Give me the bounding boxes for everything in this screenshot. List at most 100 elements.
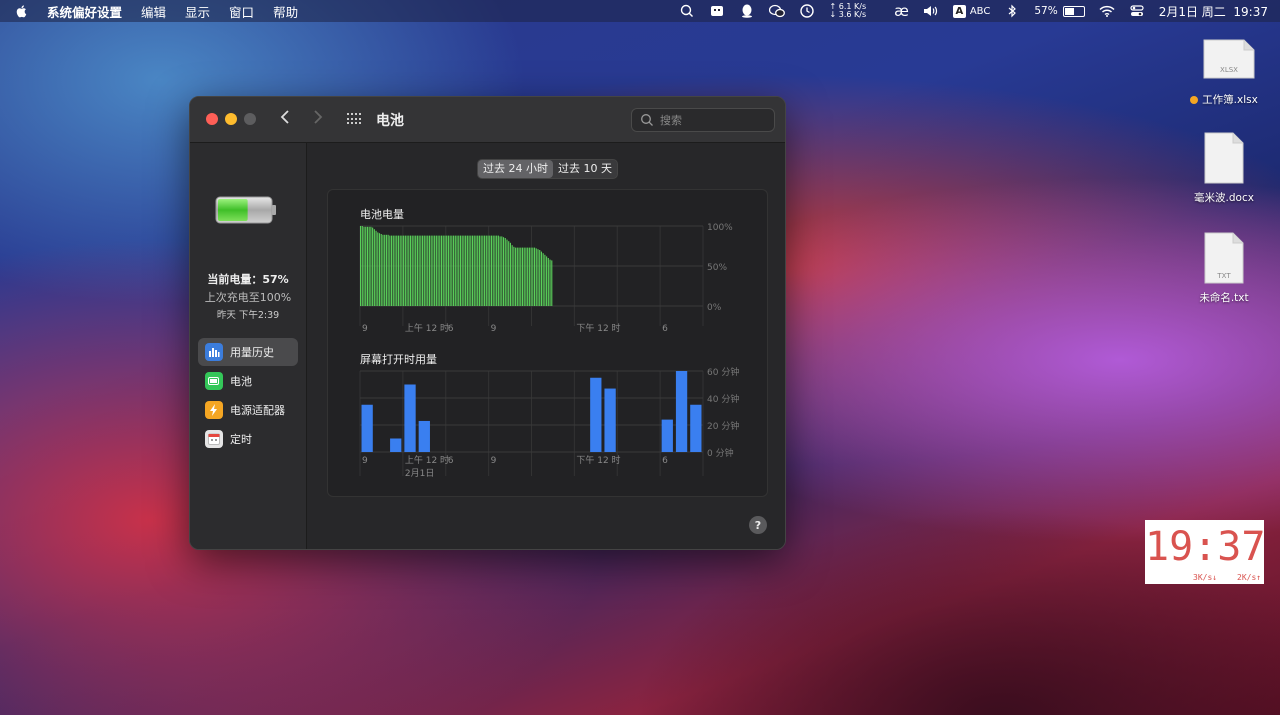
battery-level-bar — [377, 232, 379, 306]
battery-level-bar — [530, 247, 532, 306]
battery-level-bar — [489, 235, 491, 306]
battery-level-bar — [451, 235, 453, 306]
sidebar-item-battery[interactable]: 电池 — [198, 367, 298, 395]
battery-level-bar — [442, 235, 444, 306]
control-center-icon[interactable] — [1129, 4, 1145, 18]
battery-level-bar — [416, 235, 418, 306]
battery-level-bar — [428, 235, 431, 306]
battery-level-bar — [391, 235, 393, 306]
search-input[interactable] — [658, 112, 762, 128]
show-all-grid-icon[interactable] — [347, 113, 363, 125]
battery-level-bar — [546, 256, 548, 306]
menu-clock[interactable]: 2月1日 周二 19:37 — [1159, 3, 1268, 20]
battery-level-bar — [365, 226, 367, 306]
battery-level-bar — [430, 235, 432, 306]
battery-level-bar — [397, 235, 400, 306]
battery-status[interactable]: 57% — [1034, 5, 1085, 17]
window-title: 电池 — [376, 113, 404, 129]
battery-level-bar — [528, 247, 530, 306]
search-field[interactable] — [631, 108, 775, 132]
battery-level-bar — [473, 235, 475, 306]
battery-level-bar — [458, 235, 460, 306]
volume-icon[interactable] — [923, 4, 939, 18]
clock-widget[interactable]: 19:37 3K/s↓ 2K/s↑ — [1145, 520, 1265, 584]
sidebar-item-label: 定时 — [230, 433, 252, 446]
desktop-file-name: 毫米波.docx — [1194, 192, 1254, 204]
battery-percent: 57% — [1034, 5, 1058, 17]
translate-icon[interactable] — [679, 4, 695, 18]
battery-level-bar — [399, 235, 401, 306]
back-button[interactable] — [280, 109, 290, 130]
menu-window[interactable]: 窗口 — [229, 2, 254, 21]
menu-help[interactable]: 帮助 — [273, 2, 298, 21]
menu-app-name[interactable]: 系统偏好设置 — [47, 2, 122, 21]
screen-y-tick-label: 40 分钟 — [707, 393, 739, 405]
screen-usage-bar — [390, 438, 402, 452]
desktop-file-txt[interactable]: TXT 未命名.txt — [1174, 232, 1274, 305]
desktop-file-docx[interactable]: 毫米波.docx — [1174, 132, 1274, 205]
bluetooth-icon[interactable] — [1004, 4, 1020, 18]
battery-level-bar — [406, 235, 408, 306]
screen-usage-bar — [404, 384, 416, 452]
input-source-label: ABC — [969, 5, 991, 17]
battery-level-bar — [453, 235, 455, 306]
battery-x-tick-label: 6 — [662, 324, 668, 334]
forward-button[interactable] — [313, 109, 323, 130]
battery-level-bar — [463, 235, 465, 306]
clock-upload-speed: 2K/s↑ — [1237, 573, 1262, 582]
battery-level-bar — [487, 235, 489, 306]
battery-level-bar — [547, 258, 549, 306]
battery-level-bar — [542, 253, 544, 306]
menu-view[interactable]: 显示 — [185, 2, 210, 21]
battery-level-bar — [466, 235, 468, 306]
qq-icon[interactable] — [739, 4, 755, 18]
battery-level-bar — [537, 249, 539, 306]
sidebar-item-power-adapter[interactable]: 电源适配器 — [198, 396, 298, 424]
battery-level-bar — [506, 239, 508, 306]
sidebar-item-usage-history[interactable]: 用量历史 — [198, 338, 298, 366]
battery-level-bar — [532, 247, 534, 306]
wifi-icon[interactable] — [1099, 4, 1115, 18]
battery-level-bar — [403, 235, 405, 306]
battery-level-bar — [368, 226, 370, 306]
battery-x-tick-label: 9 — [362, 324, 368, 334]
screen-x-tick-label: 9 — [362, 456, 368, 466]
input-source[interactable]: A ABC — [952, 4, 991, 18]
battery-level-bar — [482, 235, 484, 306]
battery-y-tick-label: 100% — [707, 223, 733, 233]
screen-usage-bar — [675, 371, 688, 452]
desktop-file-xlsx[interactable]: XLSX 工作簿.xlsx — [1174, 38, 1274, 107]
battery-level-bar — [480, 235, 482, 306]
battery-level-bar — [389, 235, 391, 306]
minimize-button[interactable] — [225, 113, 237, 125]
wechat-icon[interactable] — [769, 4, 786, 18]
screen-usage-bar — [418, 420, 430, 452]
battery-icon — [1062, 5, 1085, 17]
screen-usage-bar — [690, 404, 702, 452]
close-button[interactable] — [206, 113, 218, 125]
tab-last-24-hours[interactable]: 过去 24 小时 — [478, 160, 553, 178]
battery-level-bar — [459, 235, 462, 306]
bear-app-icon[interactable] — [709, 4, 725, 18]
tab-last-10-days[interactable]: 过去 10 天 — [553, 160, 617, 178]
apple-menu-icon[interactable] — [14, 4, 28, 18]
network-speed[interactable]: ↑ 6.1 K/s ↓ 3.6 K/s — [829, 3, 866, 19]
battery-level-bar — [409, 235, 412, 306]
battery-level-bar — [387, 234, 389, 306]
battery-level-bar — [492, 235, 494, 306]
battery-level-bar — [518, 247, 520, 306]
clock-app-icon[interactable] — [799, 4, 815, 18]
txt-file-icon: TXT — [1202, 232, 1246, 284]
help-button[interactable]: ? — [749, 516, 767, 534]
sidebar-item-schedule[interactable]: 定时 — [198, 425, 298, 453]
battery-x-tick-label: 9 — [491, 324, 497, 334]
ae-icon[interactable]: æ — [894, 2, 909, 20]
screen-y-tick-label: 0 分钟 — [707, 447, 734, 459]
menu-edit[interactable]: 编辑 — [141, 2, 166, 21]
time-range-segmented-control: 过去 24 小时 过去 10 天 — [477, 159, 618, 179]
battery-level-bar — [521, 247, 524, 306]
lightning-icon — [205, 401, 223, 419]
zoom-button[interactable] — [244, 113, 256, 125]
last-charged-time: 昨天 下午2:39 — [216, 310, 280, 321]
battery-level-bar — [527, 247, 529, 306]
